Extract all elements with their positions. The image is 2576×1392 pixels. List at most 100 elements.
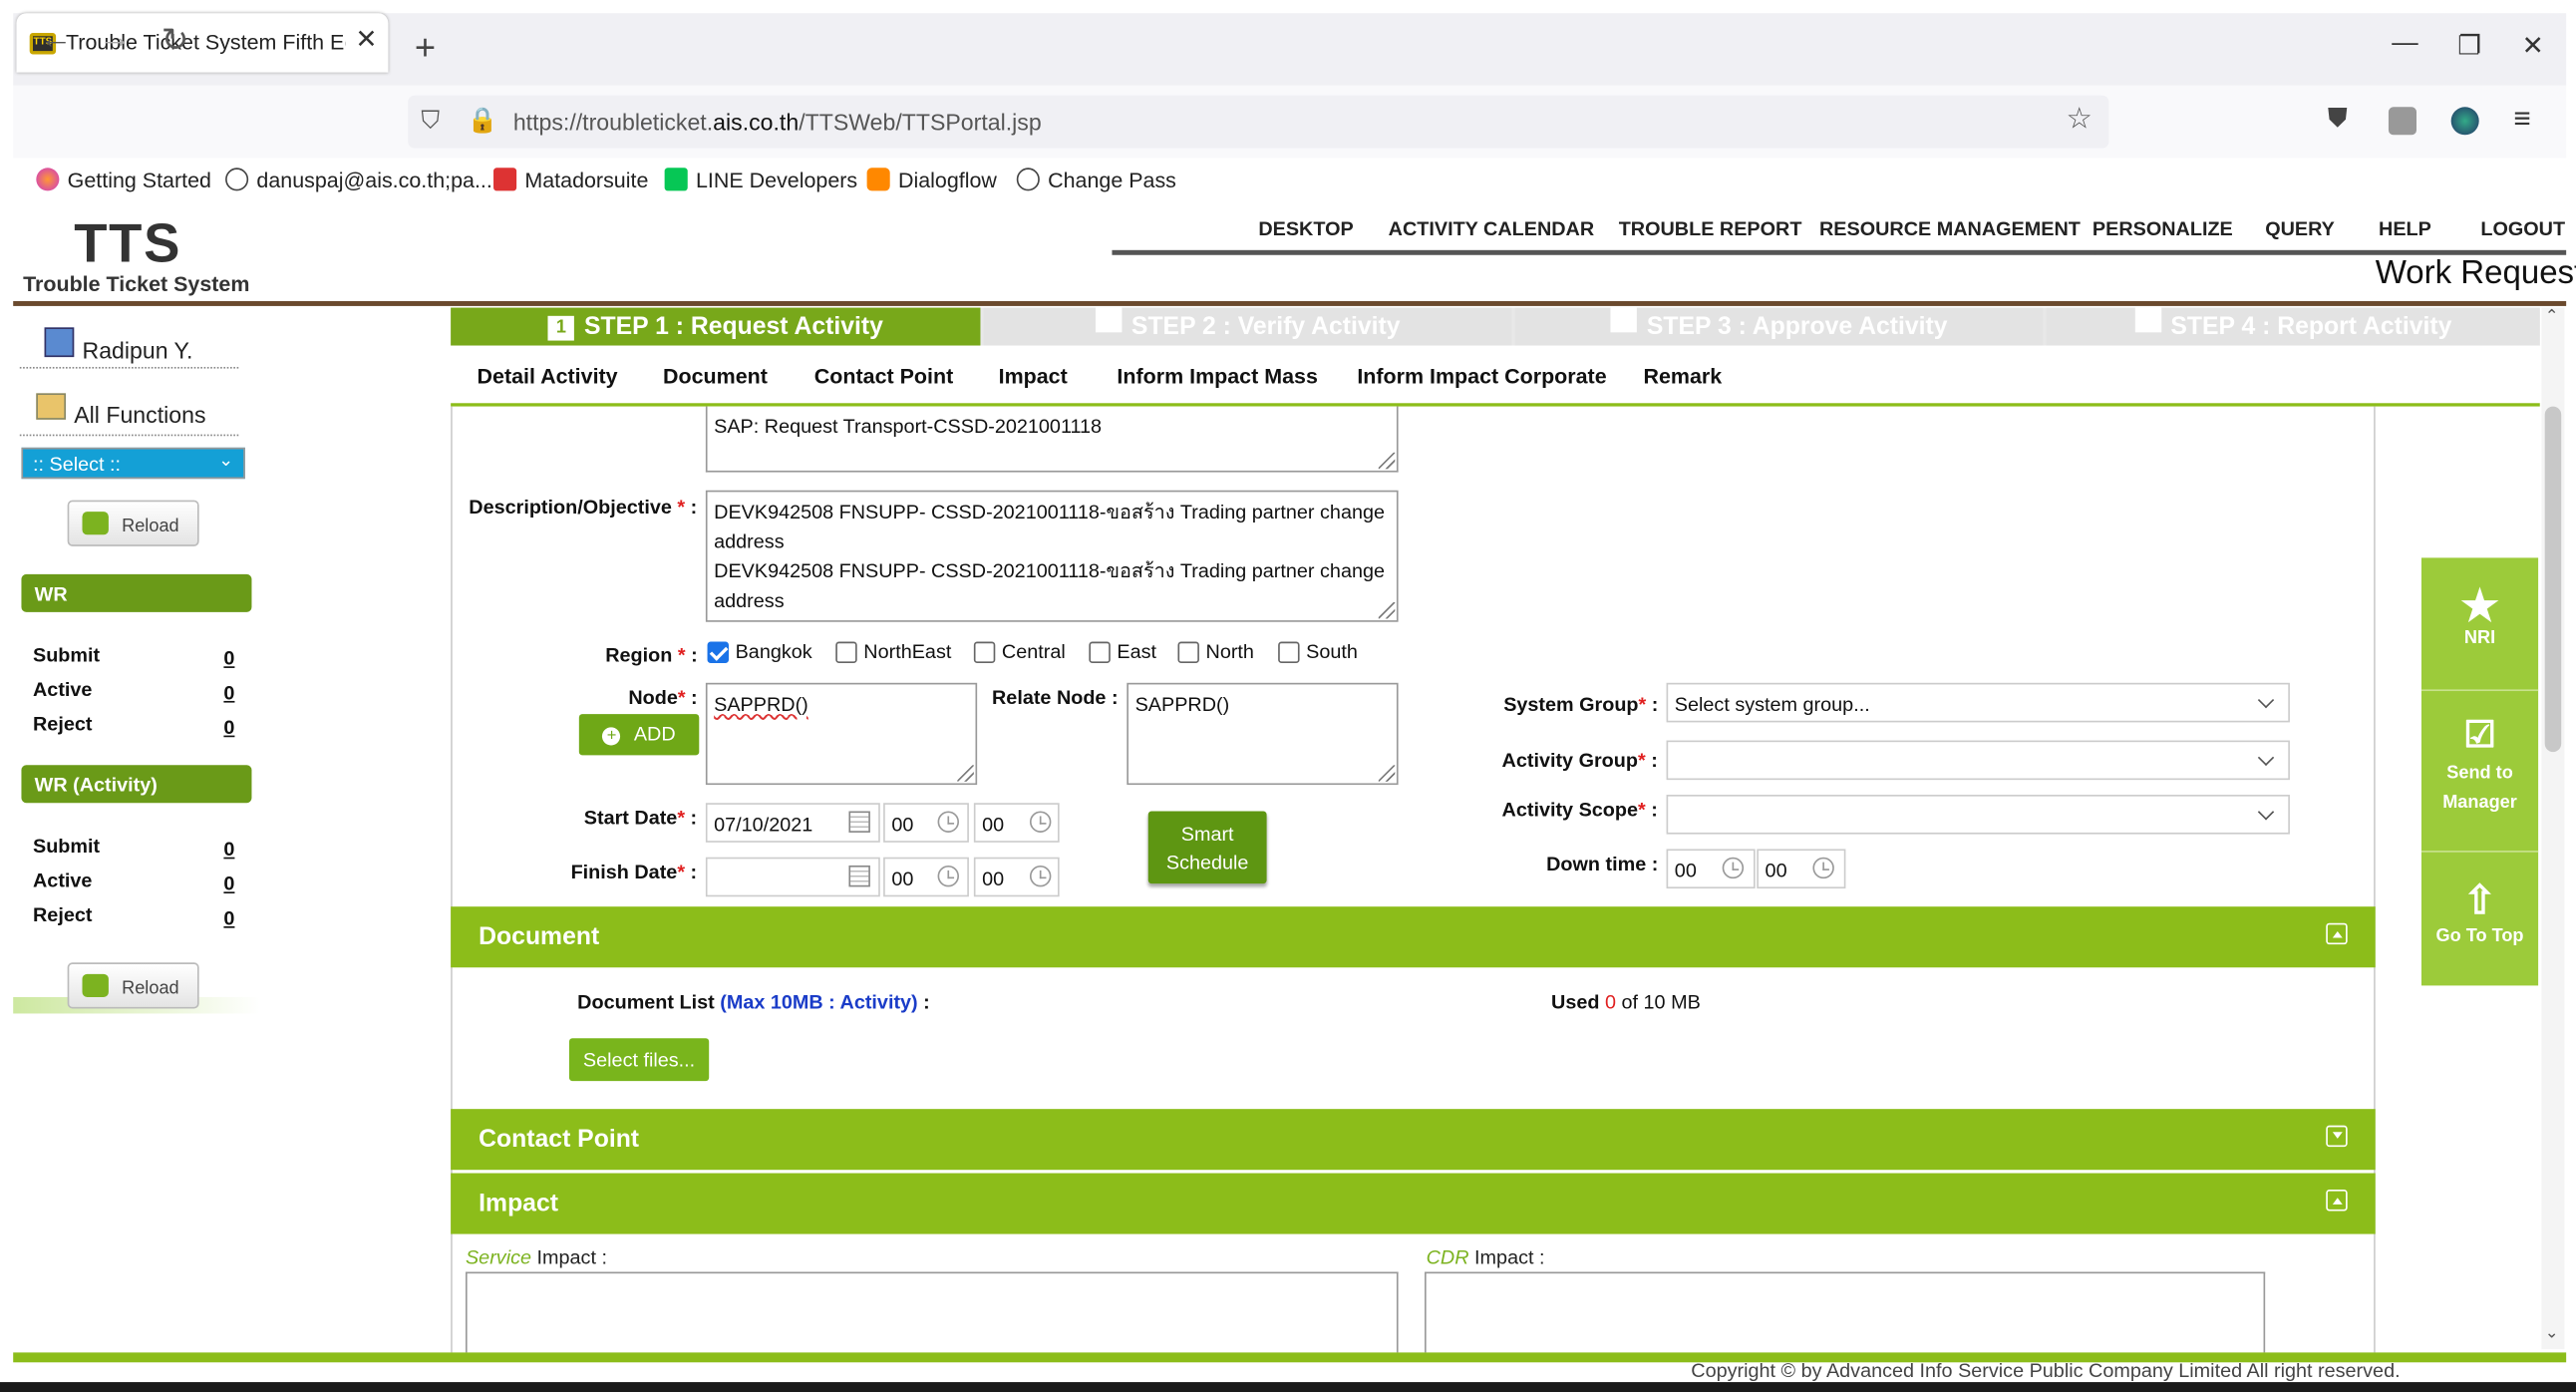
impact-section-header[interactable]: Impact bbox=[451, 1173, 2376, 1234]
description-textarea[interactable]: DEVK942508 FNSUPP- CSSD-2021001118-ขอสร้… bbox=[705, 490, 1399, 622]
wra-reject-count[interactable]: 0 bbox=[223, 906, 234, 929]
minimize-icon[interactable]: — bbox=[2392, 30, 2417, 60]
bookmark-danuspaj[interactable]: danuspaj@ais.co.th;pa... bbox=[225, 168, 492, 192]
calendar-icon[interactable] bbox=[848, 811, 870, 833]
copyright: Copyright © by Advanced Info Service Pub… bbox=[1691, 1358, 2401, 1383]
clock-icon[interactable] bbox=[1029, 811, 1052, 833]
region-northeast-checkbox[interactable] bbox=[835, 641, 857, 663]
step-3[interactable]: STEP 3 : Approve Activity bbox=[1514, 307, 2044, 346]
region-north-checkbox[interactable] bbox=[1177, 641, 1199, 663]
all-functions-label: All Functions bbox=[74, 401, 206, 429]
description-label: Description/Objective * : bbox=[469, 495, 698, 519]
collapse-icon[interactable] bbox=[2326, 1190, 2348, 1212]
document-section-header[interactable]: Document bbox=[451, 906, 2376, 968]
wra-active-count[interactable]: 0 bbox=[223, 872, 234, 895]
tab-detail-activity[interactable]: Detail Activity bbox=[478, 364, 618, 389]
page-title: Work Request bbox=[2375, 254, 2576, 292]
region-northeast-label: NorthEast bbox=[863, 639, 952, 663]
tab-inform-impact-corporate[interactable]: Inform Impact Corporate bbox=[1357, 364, 1606, 389]
reload-button[interactable]: Reload bbox=[67, 500, 199, 546]
clock-icon[interactable] bbox=[1029, 865, 1052, 887]
extension-icon[interactable] bbox=[2388, 107, 2416, 136]
node-textarea[interactable]: SAPPRD() bbox=[705, 682, 978, 786]
globe-extension-icon[interactable] bbox=[2450, 107, 2479, 136]
add-node-button[interactable]: + ADD bbox=[578, 714, 700, 756]
collapse-icon[interactable] bbox=[2326, 922, 2348, 945]
bookmark-matadorsuite[interactable]: Matadorsuite bbox=[493, 168, 648, 192]
close-tab-icon[interactable]: ✕ bbox=[355, 23, 377, 56]
bookmark-dialogflow[interactable]: Dialogflow bbox=[866, 168, 997, 192]
nri-button[interactable]: ★ NRI bbox=[2421, 582, 2538, 648]
menu-resource-management[interactable]: RESOURCE MANAGEMENT bbox=[1819, 217, 2081, 240]
step-1[interactable]: 1 STEP 1 : Request Activity bbox=[451, 307, 981, 346]
step-bar: 1 STEP 1 : Request Activity STEP 2 : Veri… bbox=[451, 307, 2540, 346]
clock-icon[interactable] bbox=[937, 865, 960, 887]
menu-activity-calendar[interactable]: ACTIVITY CALENDAR bbox=[1389, 217, 1594, 240]
go-to-top-button[interactable]: ⇧ Go To Top bbox=[2421, 877, 2538, 946]
smart-schedule-button[interactable]: Smart Schedule bbox=[1147, 811, 1267, 884]
wra-submit-count[interactable]: 0 bbox=[223, 838, 234, 861]
calendar-icon[interactable] bbox=[848, 865, 870, 887]
scroll-down-icon[interactable]: ⌄ bbox=[2545, 1324, 2559, 1342]
relate-node-textarea[interactable]: SAPPRD() bbox=[1127, 682, 1399, 786]
wr-active-count[interactable]: 0 bbox=[223, 681, 234, 704]
clock-icon[interactable] bbox=[1812, 857, 1834, 879]
title-textarea[interactable]: SAP: Request Transport-CSSD-2021001118 bbox=[705, 406, 1399, 473]
send-to-manager-button[interactable]: ☑ Send to Manager bbox=[2421, 712, 2538, 818]
contact-point-section-header[interactable]: Contact Point bbox=[451, 1109, 2376, 1171]
expand-icon[interactable] bbox=[2326, 1125, 2348, 1148]
new-tab-icon[interactable]: + bbox=[415, 26, 436, 69]
menu-logout[interactable]: LOGOUT bbox=[2480, 217, 2565, 240]
back-icon[interactable]: ← bbox=[40, 20, 73, 58]
region-south-checkbox[interactable] bbox=[1278, 641, 1300, 663]
wr-reject-count[interactable]: 0 bbox=[223, 716, 234, 739]
function-select[interactable]: :: Select :: ⌄ bbox=[21, 447, 245, 480]
reload-button[interactable]: Reload bbox=[67, 962, 199, 1009]
menu-trouble-report[interactable]: TROUBLE REPORT bbox=[1619, 217, 1802, 240]
address-bar[interactable]: ⛉ 🔒 https://troubleticket.ais.co.th/TTSW… bbox=[408, 95, 2109, 149]
bookmark-getting-started[interactable]: Getting Started bbox=[36, 168, 211, 192]
system-group-select[interactable]: Select system group... bbox=[1666, 682, 2290, 723]
tab-document[interactable]: Document bbox=[663, 364, 768, 389]
wr-submit-count[interactable]: 0 bbox=[223, 646, 234, 669]
step-4[interactable]: STEP 4 : Report Activity bbox=[2046, 307, 2540, 346]
menu-personalize[interactable]: PERSONALIZE bbox=[2093, 217, 2233, 240]
service-impact-textarea[interactable] bbox=[465, 1271, 1399, 1353]
tab-contact-point[interactable]: Contact Point bbox=[814, 364, 953, 389]
forward-icon[interactable]: → bbox=[99, 20, 132, 58]
menu-icon[interactable]: ≡ bbox=[2513, 102, 2530, 137]
activity-group-select[interactable] bbox=[1666, 740, 2290, 781]
menu-desktop[interactable]: DESKTOP bbox=[1258, 217, 1353, 240]
region-bangkok-checkbox[interactable] bbox=[707, 641, 729, 663]
clipboard-check-icon: ☑ bbox=[2463, 714, 2496, 756]
pocket-icon[interactable]: ⛊ bbox=[2328, 106, 2348, 136]
reload-icon[interactable]: ↻ bbox=[161, 20, 189, 61]
close-window-icon[interactable]: ✕ bbox=[2522, 30, 2544, 63]
tab-inform-impact-mass[interactable]: Inform Impact Mass bbox=[1117, 364, 1317, 389]
tab-impact[interactable]: Impact bbox=[999, 364, 1068, 389]
tab-remark[interactable]: Remark bbox=[1643, 364, 1722, 389]
down-time-label: Down time : bbox=[1546, 852, 1659, 875]
reload-icon bbox=[82, 973, 109, 997]
region-east-checkbox[interactable] bbox=[1089, 641, 1111, 663]
scroll-up-icon[interactable]: ⌃ bbox=[2545, 308, 2559, 326]
scrollbar-thumb[interactable] bbox=[2544, 406, 2562, 753]
bookmark-line-developers[interactable]: LINE Developers bbox=[664, 168, 857, 192]
menu-query[interactable]: QUERY bbox=[2265, 217, 2335, 240]
restore-icon[interactable]: ❐ bbox=[2457, 30, 2481, 63]
cdr-impact-textarea[interactable] bbox=[1424, 1271, 2266, 1353]
start-date-label: Start Date* : bbox=[583, 806, 698, 830]
star-icon: ★ bbox=[2460, 580, 2499, 630]
browser-tabstrip bbox=[13, 13, 2567, 86]
clock-icon[interactable] bbox=[937, 811, 960, 833]
activity-scope-select[interactable] bbox=[1666, 794, 2290, 835]
arrow-up-circle-icon: ⇧ bbox=[2462, 878, 2497, 923]
bookmark-change-pass[interactable]: Change Pass bbox=[1016, 168, 1176, 192]
select-files-button[interactable]: Select files... bbox=[568, 1038, 710, 1082]
menu-help[interactable]: HELP bbox=[2379, 217, 2431, 240]
region-central-checkbox[interactable] bbox=[973, 641, 996, 663]
step-2[interactable]: STEP 2 : Verify Activity bbox=[983, 307, 1512, 346]
clock-icon[interactable] bbox=[1722, 857, 1745, 879]
scrollbar[interactable]: ⌃ ⌄ bbox=[2541, 307, 2565, 1350]
star-icon[interactable]: ☆ bbox=[2067, 102, 2093, 137]
